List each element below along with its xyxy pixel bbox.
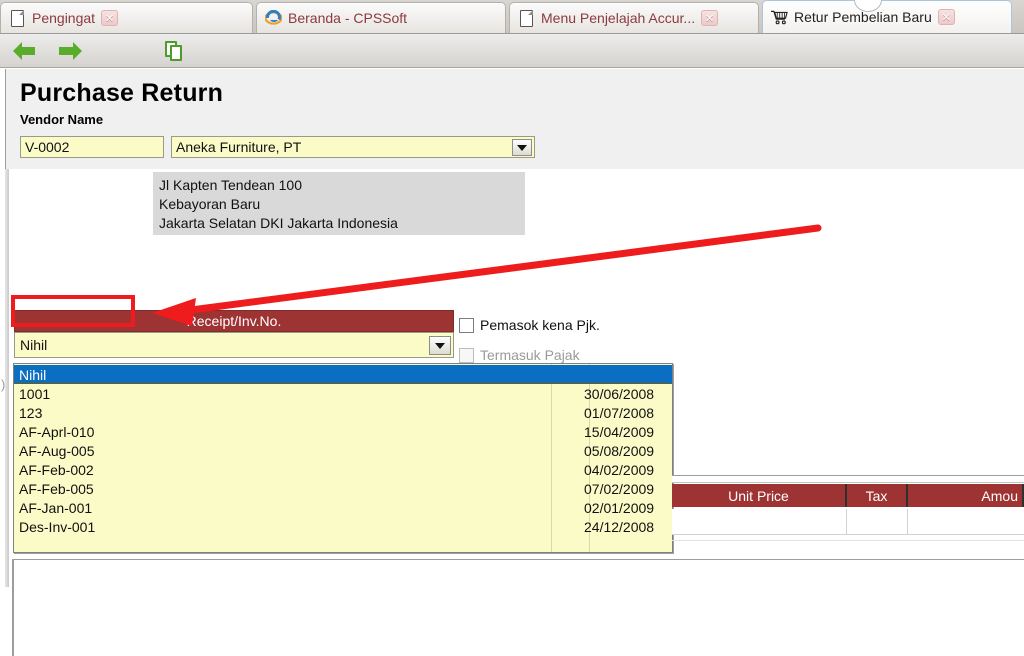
vendor-dropdown-button[interactable] bbox=[512, 139, 532, 156]
dropdown-option-date: 07/02/2009 bbox=[584, 480, 655, 497]
tab-pengingat[interactable]: Pengingat ✕ bbox=[0, 2, 253, 33]
address-line-2: Kebayoran Baru bbox=[159, 196, 261, 212]
tab-label: Menu Penjelajah Accur... bbox=[541, 10, 696, 26]
chevron-down-icon bbox=[435, 342, 445, 349]
checkbox-icon[interactable] bbox=[459, 317, 474, 333]
dropdown-option-no: 123 bbox=[19, 404, 43, 421]
dropdown-option-no: AF-Jan-001 bbox=[19, 499, 93, 516]
close-icon[interactable]: ✕ bbox=[937, 9, 955, 25]
focus-dotted-line bbox=[15, 382, 671, 384]
dropdown-option[interactable]: 123 01/07/2008 bbox=[14, 403, 672, 422]
vendor-name-label: Vendor Name bbox=[20, 112, 104, 127]
tab-menu-penjelajah[interactable]: Menu Penjelajah Accur... ✕ bbox=[509, 2, 759, 33]
receipt-dropdown-button[interactable] bbox=[429, 336, 451, 355]
dropdown-option-date: 30/06/2008 bbox=[584, 385, 655, 402]
receipt-combobox-value: Nihil bbox=[20, 337, 48, 353]
dropdown-option-no: Des-Inv-001 bbox=[19, 518, 96, 535]
dropdown-option[interactable]: AF-Feb-002 04/02/2009 bbox=[14, 460, 672, 479]
checkbox-pemasok-kena-pjk[interactable]: Pemasok kena Pjk. bbox=[459, 317, 600, 333]
dropdown-option[interactable]: Des-Inv-001 24/12/2008 bbox=[14, 517, 672, 536]
tab-label: Pengingat bbox=[32, 10, 96, 26]
browser-tab-bar: Pengingat ✕ Beranda - CPSSoft Menu Penje… bbox=[0, 0, 1024, 34]
dropdown-option-date: 05/08/2009 bbox=[584, 442, 655, 459]
copy-icon bbox=[165, 41, 185, 61]
grid-cell-tax[interactable] bbox=[847, 509, 908, 535]
back-button[interactable] bbox=[8, 38, 42, 64]
vendor-form-panel: Purchase Return Vendor Name V-0002 Aneka… bbox=[5, 69, 1024, 169]
checkbox-termasuk-pajak: Termasuk Pajak bbox=[459, 347, 580, 363]
dropdown-option[interactable]: AF-Aprl-010 15/04/2009 bbox=[14, 422, 672, 441]
tab-retur-pembelian-baru[interactable]: Retur Pembelian Baru ✕ bbox=[762, 0, 1012, 33]
grid-header-row: Unit Price Tax Amou bbox=[672, 484, 1024, 507]
dropdown-option-no: AF-Aug-005 bbox=[19, 442, 95, 459]
cart-icon bbox=[771, 8, 788, 27]
annotation-highlight-box bbox=[11, 295, 135, 327]
close-icon[interactable]: ✕ bbox=[101, 10, 119, 26]
vendor-code-value: V-0002 bbox=[25, 139, 70, 155]
dropdown-option[interactable]: AF-Aug-005 05/08/2009 bbox=[14, 441, 672, 460]
receipt-dropdown-list[interactable]: Nihil 1001 30/06/2008 123 01/07/2008 AF-Aprl-… bbox=[13, 363, 673, 553]
edge-artifact-glyph: ) bbox=[1, 377, 6, 392]
vendor-address-block: Jl Kapten Tendean 100 Kebayoran Baru Jak… bbox=[153, 172, 525, 235]
grid-cell-unit-price[interactable] bbox=[672, 509, 847, 535]
dropdown-option-no: AF-Feb-005 bbox=[19, 480, 94, 497]
grid-top-border bbox=[672, 475, 1024, 483]
grid-cell-amount[interactable] bbox=[908, 509, 1024, 535]
dropdown-option-date: 01/07/2008 bbox=[584, 404, 655, 421]
bottom-detail-panel bbox=[12, 559, 1024, 656]
checkbox-label: Termasuk Pajak bbox=[480, 347, 580, 363]
forward-arrow-icon bbox=[57, 41, 82, 61]
dropdown-option[interactable]: 1001 30/06/2008 bbox=[14, 384, 672, 403]
table-row[interactable] bbox=[672, 509, 1024, 535]
copy-button[interactable] bbox=[158, 38, 192, 64]
address-line-1: Jl Kapten Tendean 100 bbox=[159, 177, 302, 193]
chevron-down-icon bbox=[517, 144, 527, 151]
page-icon bbox=[9, 9, 26, 28]
back-arrow-icon bbox=[12, 41, 38, 61]
page-icon bbox=[518, 9, 535, 28]
vendor-name-combobox[interactable]: Aneka Furniture, PT bbox=[171, 136, 535, 158]
grid-header-amount[interactable]: Amou bbox=[908, 484, 1024, 507]
dropdown-option[interactable]: AF-Feb-005 07/02/2009 bbox=[14, 479, 672, 498]
grid-header-tax[interactable]: Tax bbox=[847, 484, 908, 507]
tab-label: Beranda - CPSSoft bbox=[288, 10, 408, 26]
checkbox-icon bbox=[459, 347, 474, 363]
navigation-toolbar bbox=[0, 34, 1024, 68]
forward-button[interactable] bbox=[52, 38, 86, 64]
close-icon[interactable]: ✕ bbox=[701, 10, 719, 26]
dropdown-option-date: 04/02/2009 bbox=[584, 461, 655, 478]
dropdown-option-date: 02/01/2009 bbox=[584, 499, 655, 516]
dropdown-option[interactable]: AF-Jan-001 02/01/2009 bbox=[14, 498, 672, 517]
line-items-grid: Unit Price Tax Amou bbox=[672, 475, 1024, 535]
ie-icon bbox=[265, 9, 282, 28]
checkbox-label: Pemasok kena Pjk. bbox=[480, 317, 600, 333]
grid-bottom-rule bbox=[672, 540, 1024, 541]
grid-header-unit-price[interactable]: Unit Price bbox=[672, 484, 847, 507]
vendor-code-input[interactable]: V-0002 bbox=[20, 136, 164, 158]
form-client-area: Purchase Return Vendor Name V-0002 Aneka… bbox=[0, 69, 1024, 656]
receipt-combobox[interactable]: Nihil bbox=[14, 332, 454, 358]
address-line-3: Jakarta Selatan DKI Jakarta Indonesia bbox=[159, 215, 398, 231]
dropdown-option-date: 24/12/2008 bbox=[584, 518, 655, 535]
tab-beranda-cpssoft[interactable]: Beranda - CPSSoft bbox=[256, 2, 506, 33]
page-title: Purchase Return bbox=[20, 79, 224, 107]
dropdown-option-no: AF-Feb-002 bbox=[19, 461, 94, 478]
dropdown-option-no: AF-Aprl-010 bbox=[19, 423, 95, 440]
dropdown-option-date: 15/04/2009 bbox=[584, 423, 655, 440]
vendor-name-value: Aneka Furniture, PT bbox=[176, 139, 302, 155]
dropdown-option-no: 1001 bbox=[19, 385, 51, 402]
dropdown-option-no: Nihil bbox=[19, 366, 47, 383]
